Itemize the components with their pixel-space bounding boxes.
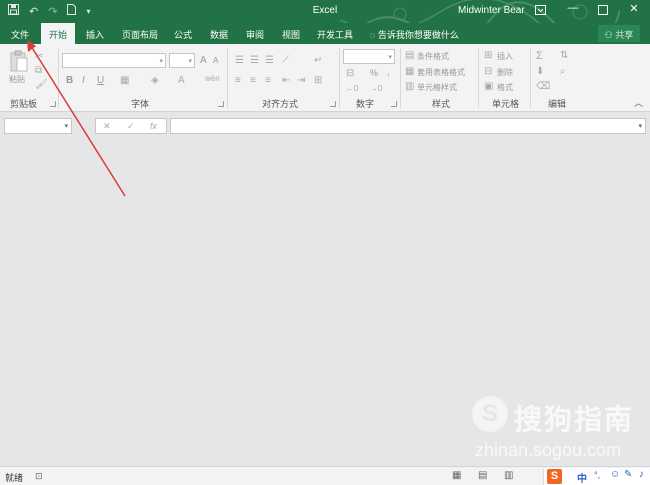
page-break-view-icon[interactable]: ▥	[504, 470, 513, 481]
ime-lang[interactable]: 中	[577, 470, 587, 485]
ime-logo[interactable]: S	[547, 469, 562, 484]
watermark-brand: 搜狗指南	[514, 404, 635, 435]
normal-view-icon[interactable]: ▦	[452, 470, 461, 481]
punctuation-icon[interactable]: °,	[594, 470, 600, 480]
ime-toolbar: S 中 °, ☺ ✎ ♪	[543, 468, 650, 485]
watermark-logo: S	[472, 396, 508, 432]
macro-record-icon[interactable]: ⊡	[35, 471, 43, 482]
status-ready: 就绪	[5, 473, 24, 483]
pen-icon[interactable]: ✎	[624, 469, 632, 480]
watermark-url: zhinan.sogou.com	[475, 440, 622, 460]
page-layout-view-icon[interactable]: ▤	[478, 470, 487, 481]
microphone-icon[interactable]: ♪	[639, 469, 644, 480]
emoji-icon[interactable]: ☺	[610, 469, 620, 480]
